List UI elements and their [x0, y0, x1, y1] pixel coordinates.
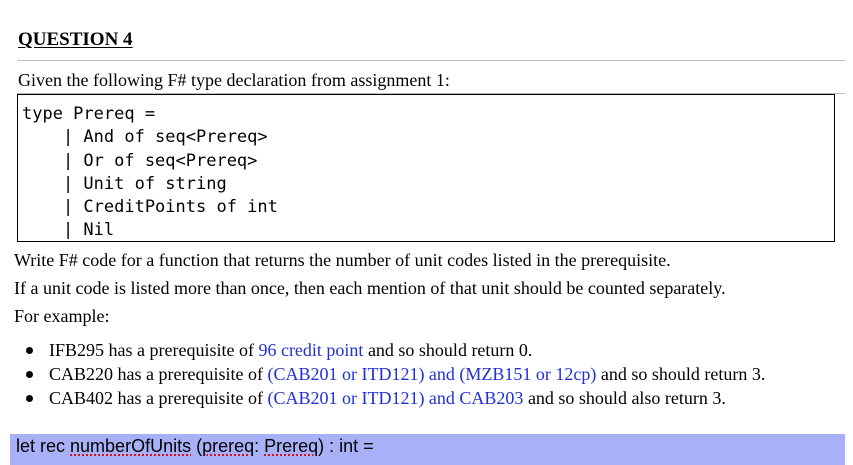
code-line: | Unit of string — [22, 173, 227, 194]
list-item: CAB220 has a prerequisite of (CAB201 or … — [14, 362, 765, 386]
answer-text: ) : int = — [318, 436, 374, 456]
answer-param: prereq — [202, 436, 255, 456]
code-line: | CreditPoints of int — [22, 197, 278, 218]
example-text: CAB220 has a prerequisite of — [49, 364, 268, 384]
code-block: type Prereq = | And of seq<Prereq> | Or … — [17, 94, 835, 242]
divider — [17, 60, 845, 61]
answer-text: ( — [191, 436, 203, 456]
answer-input[interactable]: let rec numberOfUnits (prereq: Prereq) :… — [10, 434, 845, 465]
example-text: and so should return 3. — [596, 364, 766, 384]
example-highlight: (CAB201 or ITD121) and (MZB151 or 12cp) — [267, 364, 597, 384]
example-text: IFB295 has a prerequisite of — [49, 340, 259, 360]
example-highlight: (CAB201 or ITD121) and CAB203 — [267, 388, 524, 408]
instruction-text: Write F# code for a function that return… — [14, 250, 671, 270]
code-line: type Prereq = — [22, 104, 156, 124]
answer-function-name: numberOfUnits — [70, 436, 192, 456]
question-intro: Given the following F# type declaration … — [18, 70, 450, 90]
code-line: | Nil — [22, 220, 115, 241]
example-text: CAB402 has a prerequisite of — [49, 388, 268, 408]
example-list: IFB295 has a prerequisite of 96 credit p… — [14, 338, 765, 410]
code-line: | Or of seq<Prereq> — [22, 150, 258, 171]
example-text: and so should return 0. — [363, 340, 533, 360]
answer-text: : — [254, 436, 265, 456]
answer-type: Prereq — [264, 436, 319, 456]
list-item: CAB402 has a prerequisite of (CAB201 or … — [14, 386, 765, 410]
bullet-icon — [26, 347, 33, 354]
example-label: For example: — [14, 306, 110, 326]
example-text: and so should also return 3. — [523, 388, 726, 408]
instruction-text: If a unit code is listed more than once,… — [14, 278, 726, 298]
code-line: | And of seq<Prereq> — [22, 127, 268, 148]
question-title: QUESTION 4 — [18, 29, 133, 50]
example-highlight: 96 credit point — [258, 340, 364, 360]
answer-text: let rec — [16, 436, 71, 456]
bullet-icon — [26, 371, 33, 378]
list-item: IFB295 has a prerequisite of 96 credit p… — [14, 338, 765, 362]
bullet-icon — [26, 395, 33, 402]
